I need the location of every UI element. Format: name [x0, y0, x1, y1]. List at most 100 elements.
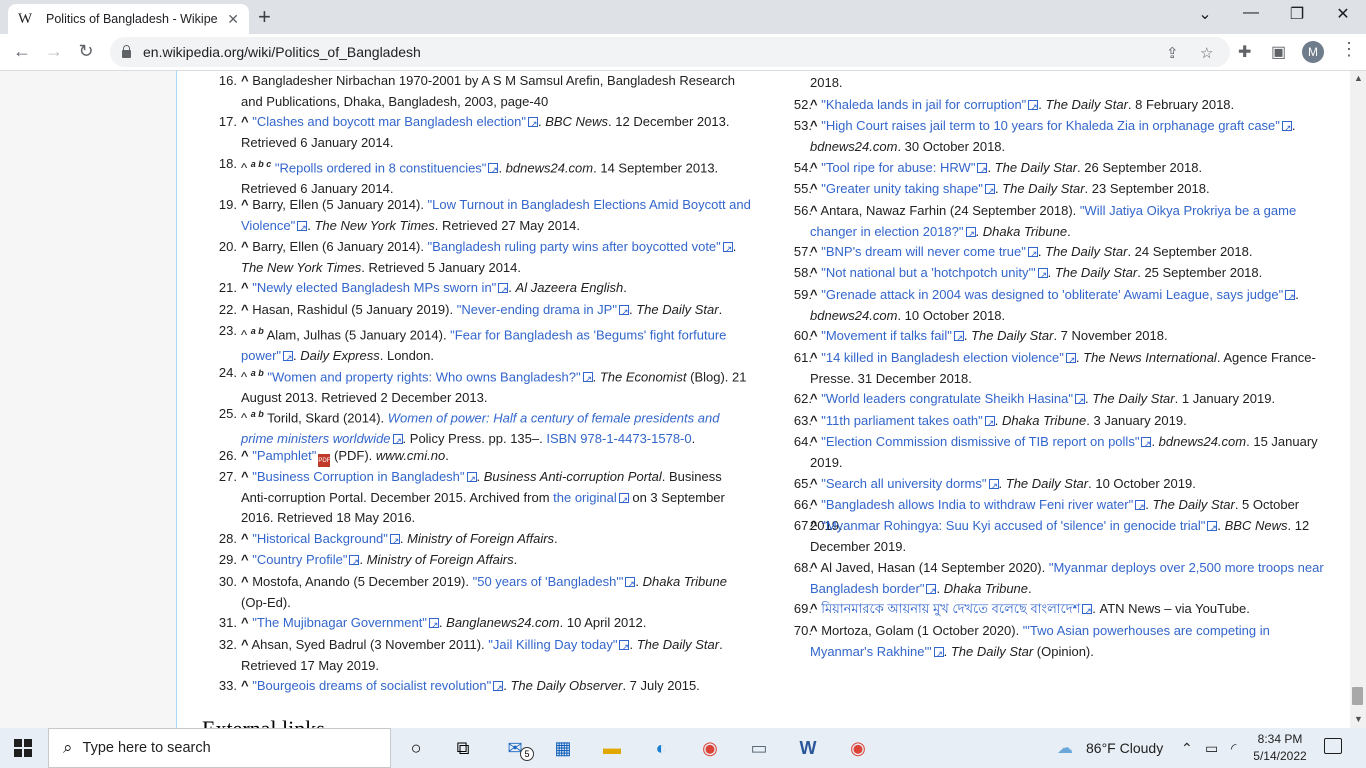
reference-link[interactable]: "Search all university dorms" — [821, 476, 986, 491]
reference-link[interactable]: "Bangladesh allows India to withdraw Fen… — [821, 497, 1133, 512]
backlink-caret[interactable]: ^ — [241, 73, 249, 88]
chrome-icon[interactable]: ◉ — [698, 736, 722, 760]
backlink-caret[interactable]: ^ — [810, 265, 818, 280]
address-bar[interactable]: en.wikipedia.org/wiki/Politics_of_Bangla… — [110, 37, 1230, 67]
browser-tab[interactable]: W Politics of Bangladesh - Wikipedia ✕ — [8, 4, 249, 34]
bookmark-star-icon[interactable]: ☆ — [1200, 44, 1213, 62]
network-icon[interactable]: ◜ — [1231, 740, 1236, 757]
backlink-caret[interactable]: ^ — [241, 531, 249, 546]
backlink-caret[interactable]: ^ — [241, 448, 249, 463]
windows-start-icon[interactable] — [14, 739, 32, 757]
scroll-down-arrow[interactable]: ▼ — [1354, 714, 1363, 724]
side-panel-icon[interactable]: ▣ — [1271, 42, 1286, 62]
menu-icon[interactable]: ⋮ — [1340, 39, 1358, 60]
reference-link[interactable]: "Bangladesh ruling party wins after boyc… — [428, 239, 721, 254]
reference-link[interactable]: "World leaders congratulate Sheikh Hasin… — [821, 391, 1073, 406]
reference-link[interactable]: "The Mujibnagar Government" — [252, 615, 427, 630]
reference-link[interactable]: "Business Corruption in Bangladesh" — [252, 469, 464, 484]
restore-button[interactable]: ❐ — [1285, 4, 1309, 24]
computer-icon[interactable]: ▭ — [747, 736, 771, 760]
backlink-caret[interactable]: ^ — [241, 469, 249, 484]
reference-link[interactable]: "Women and property rights: Who owns Ban… — [267, 369, 580, 384]
backlink-caret[interactable]: ^ — [810, 623, 818, 638]
battery-icon[interactable]: ▭ — [1205, 740, 1218, 757]
reference-link[interactable]: "Movement if talks fail" — [821, 328, 952, 343]
url-text[interactable]: en.wikipedia.org/wiki/Politics_of_Bangla… — [143, 44, 421, 60]
backlink-caret[interactable]: ^ — [241, 615, 249, 630]
backlink-caret[interactable]: ^ — [810, 497, 818, 512]
reference-link[interactable]: "BNP's dream will never come true" — [821, 244, 1026, 259]
backlink-caret[interactable]: ^ — [241, 239, 249, 254]
weather-text[interactable]: 86°F Cloudy — [1086, 740, 1163, 756]
backlink-caret[interactable]: ^ — [241, 280, 249, 295]
backlink-caret[interactable]: ^ — [810, 97, 818, 112]
backlink-caret[interactable]: ^ — [810, 476, 818, 491]
share-icon[interactable]: ⇪ — [1166, 44, 1179, 62]
reference-link[interactable]: "14 killed in Bangladesh election violen… — [821, 350, 1064, 365]
forward-icon[interactable]: → — [42, 41, 66, 62]
reference-link[interactable]: "Myanmar Rohingya: Suu Kyi accused of 's… — [821, 518, 1205, 533]
reference-link[interactable]: ISBN 978-1-4473-1578-0 — [546, 431, 691, 446]
file-explorer-icon[interactable]: ▬ — [600, 736, 624, 760]
reference-link[interactable]: "Not national but a 'hotchpotch unity'" — [821, 265, 1035, 280]
reference-link[interactable]: "Never-ending drama in JP" — [457, 302, 617, 317]
reference-link[interactable]: "Khaleda lands in jail for corruption" — [821, 97, 1026, 112]
reference-link[interactable]: "High Court raises jail term to 10 years… — [821, 118, 1280, 133]
close-window-button[interactable]: ✕ — [1331, 4, 1355, 24]
tab-search-icon[interactable]: ⌄ — [1193, 4, 1217, 24]
reference-link[interactable]: "Greater unity taking shape" — [821, 181, 983, 196]
scroll-up-arrow[interactable]: ▲ — [1354, 73, 1363, 83]
reference-link[interactable]: "Repolls ordered in 8 constituencies" — [275, 160, 487, 175]
backlink-caret[interactable]: ^ — [810, 287, 818, 302]
system-clock[interactable]: 8:34 PM 5/14/2022 — [1250, 731, 1310, 765]
taskbar-search[interactable]: ⌕ Type here to search — [48, 728, 391, 768]
reference-link[interactable]: "Historical Background" — [252, 531, 388, 546]
reference-link[interactable]: "Bourgeois dreams of socialist revolutio… — [252, 678, 491, 693]
profile-avatar[interactable]: M — [1302, 41, 1324, 63]
reference-link[interactable]: the original — [553, 490, 617, 505]
backlink-caret[interactable]: ^ — [810, 160, 818, 175]
backlink-caret[interactable]: ^ — [810, 181, 818, 196]
backlink-caret[interactable]: ^ — [810, 244, 818, 259]
word-icon[interactable]: W — [796, 736, 820, 760]
task-view-icon[interactable]: ⧉ — [451, 736, 475, 760]
reload-icon[interactable]: ↻ — [74, 41, 98, 62]
lock-icon[interactable] — [122, 45, 131, 58]
back-icon[interactable]: ← — [10, 41, 34, 62]
show-hidden-icons[interactable]: ⌃ — [1181, 740, 1193, 757]
reference-link[interactable]: "11th parliament takes oath" — [821, 413, 982, 428]
cortana-icon[interactable]: ○ — [404, 736, 428, 760]
reference-link[interactable]: "Grenade attack in 2004 was designed to … — [821, 287, 1283, 302]
backlink-caret[interactable]: ^ — [810, 601, 818, 616]
store-icon[interactable]: ▦ — [551, 736, 575, 760]
reference-link[interactable]: "Tool ripe for abuse: HRW" — [821, 160, 975, 175]
new-tab-button[interactable]: + — [258, 5, 271, 29]
scrollbar[interactable] — [1350, 71, 1366, 728]
backlink-caret[interactable]: ^ — [810, 350, 818, 365]
backlink-caret[interactable]: ^ — [810, 434, 818, 449]
backlink-caret[interactable]: ^ — [241, 574, 249, 589]
backlink-caret[interactable]: ^ — [810, 391, 818, 406]
reference-link[interactable]: "Country Profile" — [252, 552, 347, 567]
backlink-caret[interactable]: ^ — [810, 560, 818, 575]
extensions-icon[interactable]: ✚ — [1238, 42, 1251, 62]
reference-link[interactable]: "Jail Killing Day today" — [488, 637, 617, 652]
backlink-caret[interactable]: ^ — [241, 637, 249, 652]
edge-icon[interactable]: ◐ — [649, 736, 673, 760]
backlink-caret[interactable]: ^ — [810, 413, 818, 428]
backlink-caret[interactable]: ^ — [241, 302, 249, 317]
backlink-caret[interactable]: ^ — [810, 328, 818, 343]
backlink-caret[interactable]: ^ — [810, 118, 818, 133]
backlink-caret[interactable]: ^ — [241, 114, 249, 129]
minimize-button[interactable]: — — [1239, 4, 1263, 22]
reference-link[interactable]: "Election Commission dismissive of TIB r… — [821, 434, 1139, 449]
reference-link[interactable]: "Pamphlet" — [252, 448, 316, 463]
backlink-caret[interactable]: ^ — [241, 197, 249, 212]
reference-link[interactable]: "'Two Asian powerhouses are competing in… — [810, 623, 1270, 659]
reference-link[interactable]: "Newly elected Bangladesh MPs sworn in" — [252, 280, 496, 295]
reference-link[interactable]: "Myanmar deploys over 2,500 more troops … — [810, 560, 1324, 596]
scrollbar-thumb[interactable] — [1352, 687, 1363, 705]
backlink-caret[interactable]: ^ — [241, 678, 249, 693]
backlink-caret[interactable]: ^ — [810, 203, 818, 218]
close-tab-icon[interactable]: ✕ — [227, 11, 239, 28]
